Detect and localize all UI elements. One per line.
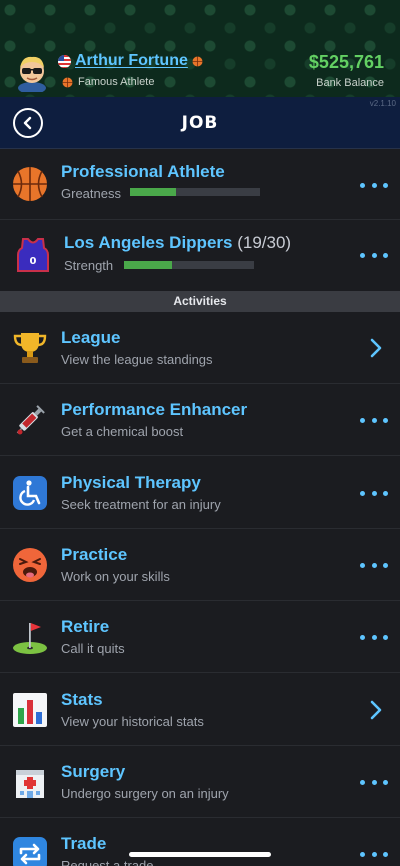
team-name: Los Angeles Dippers [64, 233, 233, 252]
job-stat-label: Greatness [61, 186, 121, 201]
bar-chart-icon [12, 692, 48, 728]
tired-face-icon [12, 547, 48, 583]
jersey-number: 0 [30, 256, 37, 267]
more-options-button[interactable] [360, 487, 388, 499]
activity-title: League [61, 328, 121, 347]
home-indicator[interactable] [129, 852, 271, 857]
chevron-right-icon[interactable] [369, 700, 383, 720]
hospital-icon [12, 764, 48, 800]
strength-progress-bar [124, 261, 254, 269]
activity-row-stats[interactable]: Stats View your historical stats [0, 674, 400, 746]
profile-header: Arthur Fortune Famous Athlete $525,761 B… [0, 0, 400, 97]
activity-row-surgery[interactable]: Surgery Undergo surgery on an injury [0, 746, 400, 818]
more-options-button[interactable] [360, 848, 388, 860]
activity-subtitle: Call it quits [61, 641, 125, 656]
activity-subtitle: View your historical stats [61, 714, 204, 729]
activity-title: Surgery [61, 762, 126, 781]
activity-row-trade[interactable]: Trade Request a trade [0, 818, 400, 866]
activity-title: Physical Therapy [61, 473, 201, 492]
player-title: Famous Athlete [78, 76, 155, 88]
player-name-link[interactable]: Arthur Fortune [75, 52, 188, 70]
activity-subtitle: View the league standings [61, 352, 213, 367]
activity-subtitle: Get a chemical boost [61, 424, 184, 439]
more-options-button[interactable] [360, 631, 388, 643]
strength-progress-fill [124, 261, 173, 269]
activity-row-physical-therapy[interactable]: Physical Therapy Seek treatment for an in… [0, 457, 400, 529]
trophy-icon [12, 330, 48, 366]
basketball-icon [12, 166, 48, 202]
us-flag-icon [58, 54, 71, 68]
greatness-progress-bar [130, 188, 260, 196]
activity-title: Stats [61, 690, 103, 709]
activity-title: Retire [61, 617, 110, 636]
activity-title: Trade [61, 834, 107, 853]
avatar[interactable] [12, 52, 52, 94]
job-more-button[interactable] [360, 179, 388, 191]
basketball-badge-icon [192, 56, 203, 67]
more-options-button[interactable] [360, 776, 388, 788]
team-count: (19/30) [237, 233, 292, 252]
activity-subtitle: Undergo surgery on an injury [61, 786, 229, 801]
golf-flag-icon [12, 619, 48, 655]
repeat-icon [12, 836, 48, 866]
activity-subtitle: Request a trade [61, 858, 154, 866]
team-stat-label: Strength [64, 258, 114, 273]
chevron-left-icon [23, 116, 32, 130]
job-title: Professional Athlete [61, 162, 225, 181]
activity-row-practice[interactable]: Practice Work on your skills [0, 529, 400, 601]
activity-row-retire[interactable]: Retire Call it quits [0, 601, 400, 673]
nav-bar: JOB v2.1.10 [0, 97, 400, 149]
page-title: JOB [181, 112, 219, 133]
team-more-button[interactable] [360, 249, 388, 261]
version-label: v2.1.10 [369, 99, 396, 108]
job-row[interactable]: Professional Athlete Greatness [0, 149, 400, 220]
activity-subtitle: Work on your skills [61, 569, 170, 584]
wheelchair-icon [12, 475, 48, 511]
activity-row-performance-enhancer[interactable]: Performance Enhancer Get a chemical boost [0, 384, 400, 456]
chevron-right-icon[interactable] [369, 338, 383, 358]
bank-balance[interactable]: $525,761 [309, 52, 384, 73]
more-options-button[interactable] [360, 414, 388, 426]
activity-subtitle: Seek treatment for an injury [61, 497, 221, 512]
activities-section-header: Activities [0, 291, 400, 312]
team-row[interactable]: 0 Los Angeles Dippers (19/30) Strength [0, 220, 400, 292]
jersey-icon: 0 [15, 237, 51, 273]
activity-row-league[interactable]: League View the league standings [0, 312, 400, 384]
syringe-icon [12, 402, 48, 438]
greatness-progress-fill [130, 188, 176, 196]
activity-title: Practice [61, 545, 128, 564]
more-options-button[interactable] [360, 559, 388, 571]
back-button[interactable] [13, 108, 43, 138]
activity-title: Performance Enhancer [61, 400, 248, 419]
team-title: Los Angeles Dippers (19/30) [64, 233, 291, 253]
bank-balance-label: Bank Balance [316, 77, 384, 89]
basketball-small-icon [62, 77, 73, 88]
